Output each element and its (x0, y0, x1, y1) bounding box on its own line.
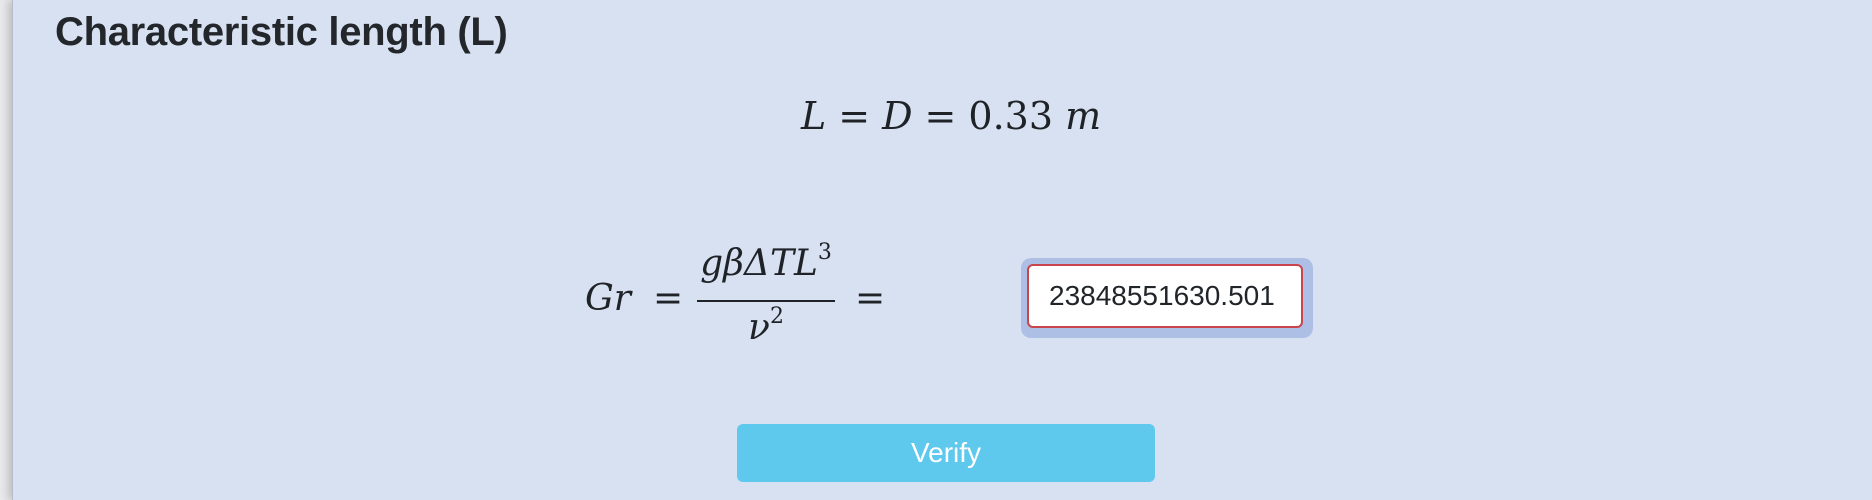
equals-sign: = (855, 278, 886, 319)
length-value: 0.33 (968, 94, 1053, 138)
length-symbol: L (801, 94, 827, 138)
grashof-answer-input[interactable] (1027, 264, 1303, 328)
numerator-exponent: 3 (817, 240, 832, 265)
equals-sign: = (653, 278, 684, 319)
denominator-exponent: 2 (769, 304, 784, 329)
answer-input-focus-ring (1021, 258, 1313, 338)
diameter-symbol: D (882, 94, 913, 138)
section-title: Characteristic length (L) (55, 10, 508, 54)
equals-sign: = (838, 94, 871, 138)
numerator-text: gβΔTL (700, 243, 818, 284)
length-unit: m (1065, 94, 1102, 138)
fraction-denominator: ν2 (697, 304, 835, 348)
grashof-symbol: Gr (585, 278, 631, 319)
verify-button[interactable]: Verify (737, 424, 1155, 482)
length-equation: L = D = 0.33 m (801, 94, 1101, 138)
equals-sign: = (924, 94, 957, 138)
fraction-bar (697, 300, 835, 302)
content-panel: Characteristic length (L) L = D = 0.33 m Gr … (12, 0, 1872, 500)
denominator-text: ν (748, 307, 770, 348)
fraction-numerator: gβΔTL3 (697, 240, 835, 284)
